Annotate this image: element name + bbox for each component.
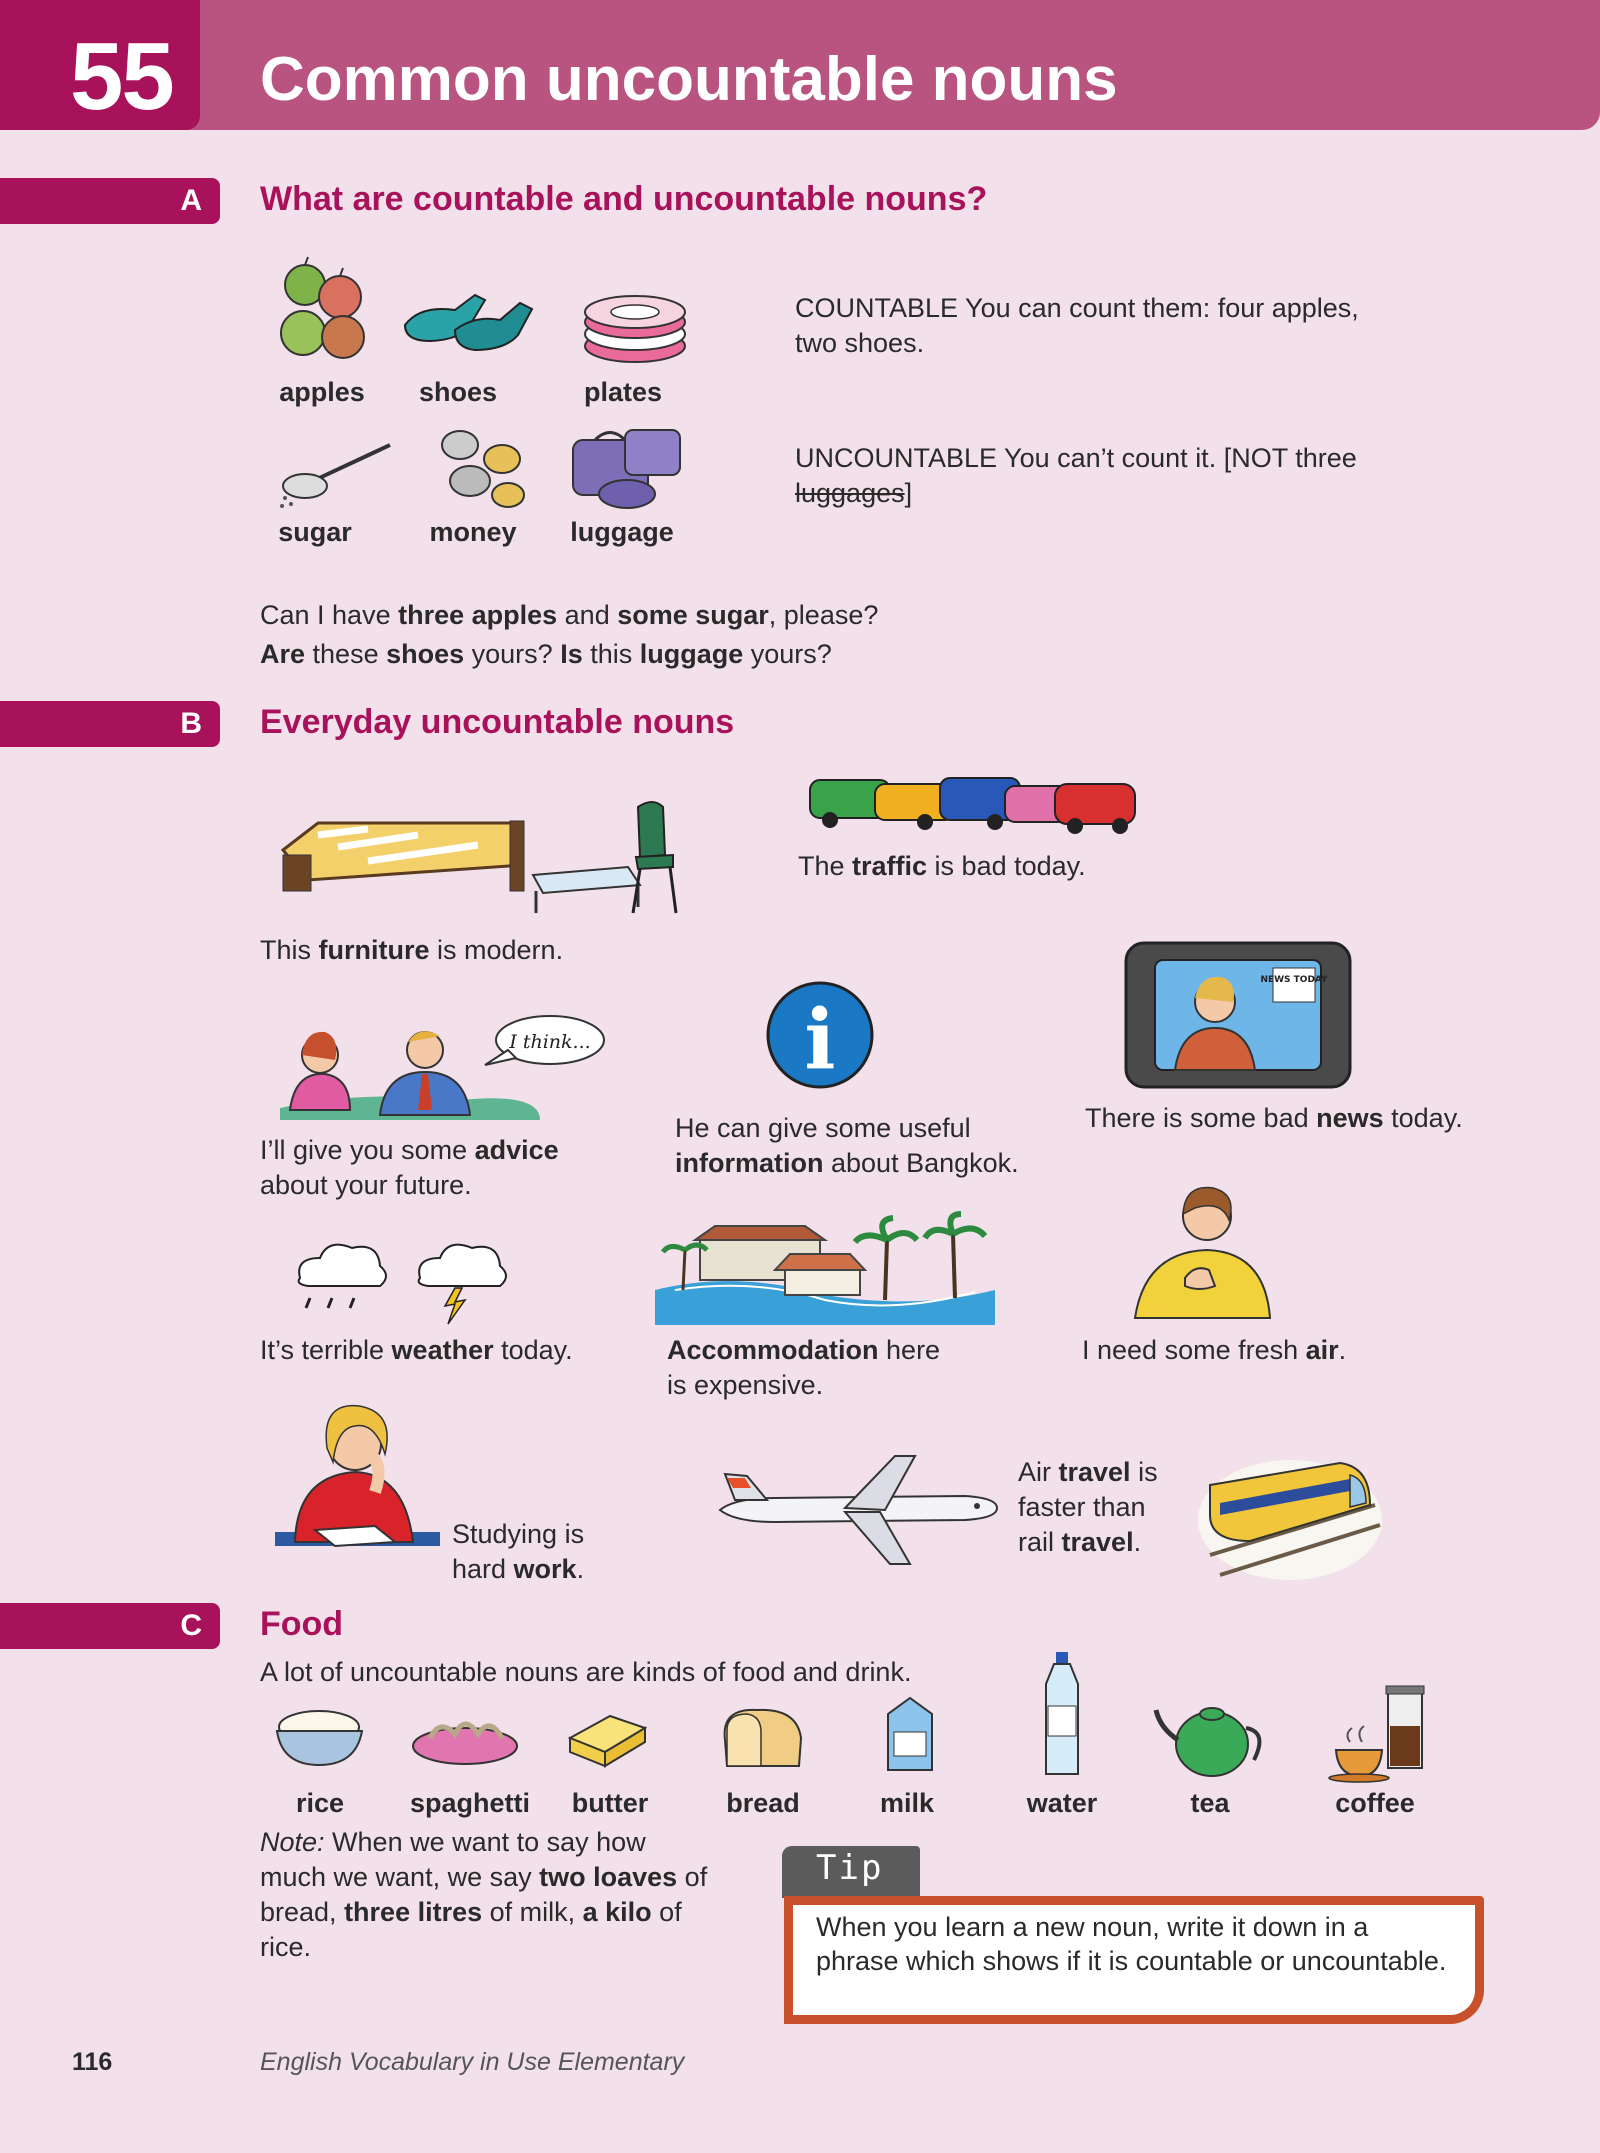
rice-icon — [275, 1710, 364, 1767]
section-b-tab: B — [0, 701, 220, 747]
accommodation-sentence: Accommodation here is expensive. — [667, 1335, 941, 1400]
uncountable-note: UNCOUNTABLE You can’t count it. [NOT thr… — [795, 443, 1357, 508]
weather-illustration — [297, 1243, 507, 1325]
label-shoes: shoes — [418, 377, 498, 407]
information-sentence: He can give some useful information about… — [675, 1113, 1019, 1178]
example-sentence-2: Are these shoes yours? Is this luggage y… — [260, 639, 832, 669]
apples-illustration — [280, 256, 365, 359]
example-sentence-1: Can I have three apples and some sugar, … — [260, 600, 879, 630]
label-tea: tea — [1190, 1788, 1230, 1818]
money-illustration — [441, 430, 525, 508]
page-number: 116 — [72, 2048, 113, 2076]
label-rice: rice — [295, 1788, 345, 1818]
tip-text: When you learn a new noun, write it down… — [816, 1912, 1447, 1976]
bread-icon — [723, 1708, 803, 1767]
milk-icon — [887, 1696, 933, 1771]
spaghetti-icon — [412, 1721, 518, 1765]
traffic-illustration — [809, 777, 1136, 834]
accommodation-illustration — [655, 1211, 995, 1325]
section-a-letter: A — [180, 184, 202, 217]
unit-number: 55 — [70, 23, 175, 130]
section-a-tab: A — [0, 178, 220, 224]
label-apples: apples — [279, 377, 365, 407]
label-sugar: sugar — [278, 517, 352, 547]
news-sentence: There is some bad news today. — [1085, 1103, 1463, 1133]
sugar-illustration — [280, 443, 391, 508]
advice-sentence: I’ll give you some advice about your futu… — [260, 1135, 559, 1200]
label-butter: butter — [571, 1788, 649, 1818]
weather-sentence: It’s terrible weather today. — [260, 1335, 573, 1365]
section-b-letter: B — [180, 707, 202, 740]
section-a-title: What are countable and uncountable nouns… — [260, 180, 988, 218]
studying-illustration — [275, 1404, 440, 1548]
train-illustration — [1198, 1460, 1382, 1580]
label-plates: plates — [583, 377, 663, 407]
information-icon-letter: i — [804, 992, 835, 1088]
section-b-title: Everyday uncountable nouns — [260, 703, 735, 741]
label-bread: bread — [726, 1788, 800, 1818]
coffee-icon — [1328, 1685, 1425, 1783]
advice-illustration: I think... — [280, 1015, 605, 1120]
airplane-illustration — [718, 1455, 999, 1565]
food-intro: A lot of uncountable nouns are kinds of … — [260, 1657, 912, 1687]
furniture-illustration — [280, 801, 678, 914]
travel-sentence: Air travel is faster than rail travel. — [1018, 1457, 1158, 1557]
butter-icon — [567, 1714, 648, 1768]
label-luggage: luggage — [570, 517, 674, 547]
traffic-sentence: The traffic is bad today. — [798, 851, 1086, 881]
fresh-air-illustration — [1133, 1186, 1272, 1319]
section-c-tab: C — [0, 1603, 220, 1649]
label-spaghetti: spaghetti — [409, 1788, 530, 1818]
label-coffee: coffee — [1335, 1788, 1415, 1818]
tip-label: Tip — [816, 1848, 884, 1888]
luggage-illustration — [572, 429, 681, 509]
speech-bubble-text: I think... — [508, 1031, 590, 1053]
struck-word: luggages — [795, 478, 905, 508]
unit-title: Common uncountable nouns — [260, 45, 1118, 114]
section-c-title: Food — [260, 1605, 344, 1643]
water-icon — [1045, 1652, 1079, 1775]
tea-icon — [1153, 1707, 1262, 1777]
air-sentence: I need some fresh air. — [1082, 1335, 1347, 1365]
work-sentence: Studying is hard work. — [452, 1519, 585, 1584]
label-money: money — [429, 517, 517, 547]
furniture-sentence: This furniture is modern. — [260, 935, 564, 965]
tv-sign-text: NEWS TODAY — [1260, 975, 1328, 985]
label-water: water — [1026, 1788, 1098, 1818]
section-c-letter: C — [180, 1609, 202, 1642]
shoes-illustration — [403, 293, 534, 352]
food-note: Note: When we want to say how much we wan… — [260, 1827, 708, 1962]
book-title: English Vocabulary in Use Elementary — [260, 2048, 685, 2076]
information-icon: i — [766, 981, 874, 1089]
label-milk: milk — [879, 1788, 935, 1818]
tv-news-illustration: NEWS TODAY — [1124, 941, 1352, 1089]
plates-illustration — [584, 295, 686, 363]
countable-note: COUNTABLE You can count them: four apple… — [795, 293, 1359, 358]
